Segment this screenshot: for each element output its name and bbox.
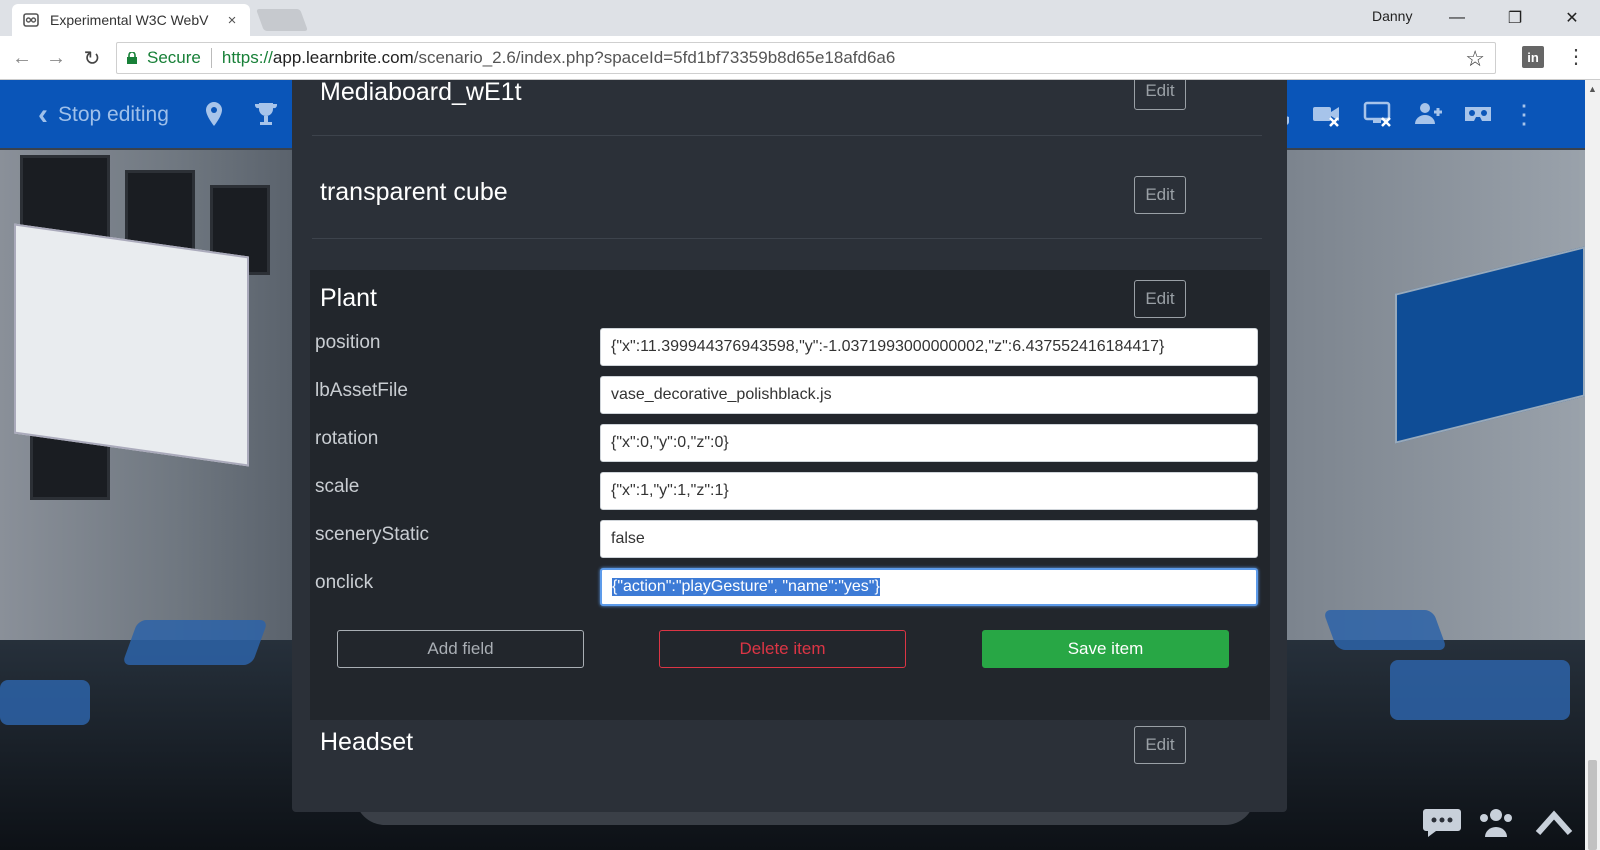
bookmark-star-icon[interactable]: ☆ [1465, 46, 1485, 72]
position-input[interactable]: {"x":11.399944376943598,"y":-1.037199300… [600, 328, 1258, 366]
edit-item-button[interactable]: Edit [1134, 80, 1186, 110]
url-text[interactable]: https://app.learnbrite.com/scenario_2.6/… [222, 48, 895, 68]
scene-seat [1322, 610, 1448, 650]
item-name: Plant [320, 284, 377, 312]
url-scheme: https:// [221, 48, 273, 67]
new-tab-button[interactable] [255, 9, 309, 31]
restore-button[interactable]: ❐ [1500, 4, 1530, 32]
field-label-rotation: rotation [315, 428, 379, 449]
stop-editing-button[interactable]: ‹ Stop editing [38, 98, 169, 132]
site-favicon-icon [23, 13, 39, 27]
edit-item-button[interactable]: Edit [1134, 280, 1186, 318]
profile-name[interactable]: Danny [1372, 8, 1412, 24]
forward-button[interactable]: → [42, 44, 70, 72]
field-label-scenery-static: sceneryStatic [315, 524, 430, 545]
browser-toolbar: ← → ↻ Secure https://app.learnbrite.com/… [0, 36, 1600, 80]
scrollbar-thumb[interactable] [1588, 760, 1597, 850]
vr-headset-icon[interactable] [1462, 98, 1494, 130]
page-scrollbar[interactable]: ▲ [1585, 80, 1600, 850]
item-divider [312, 238, 1262, 239]
address-bar[interactable]: Secure https://app.learnbrite.com/scenar… [116, 42, 1496, 74]
linkedin-extension-icon[interactable]: in [1522, 46, 1544, 68]
rotation-input[interactable]: {"x":0,"y":0,"z":0} [600, 424, 1258, 462]
back-button[interactable]: ← [8, 44, 36, 72]
scene-seat [1390, 660, 1570, 720]
location-pin-icon[interactable] [198, 98, 230, 130]
selected-text: {"action":"playGesture", "name":"yes"} [612, 578, 880, 596]
chat-icon[interactable] [1422, 805, 1462, 839]
item-row-plant: Plant Edit position {"x":11.399944376943… [310, 270, 1270, 720]
chevron-up-icon[interactable] [1534, 805, 1574, 839]
item-name: Headset [320, 728, 414, 756]
screenshare-off-icon[interactable] [1362, 98, 1394, 130]
edit-item-button[interactable]: Edit [1134, 726, 1186, 764]
scenery-static-input[interactable]: false [600, 520, 1258, 558]
lock-icon [127, 52, 137, 64]
field-label-scale: scale [315, 476, 360, 497]
close-window-button[interactable]: ✕ [1557, 4, 1587, 32]
item-divider [312, 135, 1262, 136]
delete-item-button[interactable]: Delete item [659, 630, 906, 668]
scene-items-editor-panel: Mediaboard_wE1t Edit transparent cube Ed… [292, 80, 1287, 812]
scene-seat [121, 620, 269, 665]
stop-editing-label: Stop editing [58, 103, 169, 126]
chevron-left-icon: ‹ [38, 98, 48, 131]
url-host: app.learnbrite.com [272, 48, 414, 67]
field-label-position: position [315, 332, 381, 353]
field-label-asset-file: lbAssetFile [315, 380, 408, 401]
trophy-icon[interactable] [250, 98, 282, 130]
address-separator [210, 48, 212, 68]
secure-label: Secure [147, 48, 201, 67]
camera-off-icon[interactable] [1310, 98, 1342, 130]
field-label-onclick: onclick [315, 572, 374, 593]
tab-title: Experimental W3C WebV [50, 12, 209, 28]
browser-tab[interactable]: Experimental W3C WebV × [12, 4, 250, 36]
app-menu-icon[interactable]: ⋮ [1508, 98, 1540, 130]
add-field-button[interactable]: Add field [337, 630, 584, 668]
browser-titlebar: Experimental W3C WebV × Danny — ❐ ✕ [0, 0, 1600, 36]
onclick-input[interactable]: {"action":"playGesture", "name":"yes"} [600, 568, 1258, 606]
participants-icon[interactable] [1476, 805, 1516, 839]
browser-menu-icon[interactable]: ⋮ [1566, 44, 1586, 69]
mediaboard-poster [14, 223, 249, 467]
scene-seat [0, 680, 90, 725]
scroll-up-arrow-icon[interactable]: ▲ [1585, 84, 1600, 94]
tab-close-icon[interactable]: × [224, 12, 240, 29]
scale-input[interactable]: {"x":1,"y":1,"z":1} [600, 472, 1258, 510]
add-user-icon[interactable] [1412, 98, 1444, 130]
url-path: /scenario_2.6/index.php?spaceId=5fd1bf73… [413, 48, 896, 67]
reload-button[interactable]: ↻ [78, 44, 106, 72]
minimize-button[interactable]: — [1442, 4, 1472, 32]
save-item-button[interactable]: Save item [982, 630, 1229, 668]
edit-item-button[interactable]: Edit [1134, 176, 1186, 214]
asset-file-input[interactable]: vase_decorative_polishblack.js [600, 376, 1258, 414]
item-name: transparent cube [320, 178, 508, 206]
item-name: Mediaboard_wE1t [320, 80, 522, 106]
